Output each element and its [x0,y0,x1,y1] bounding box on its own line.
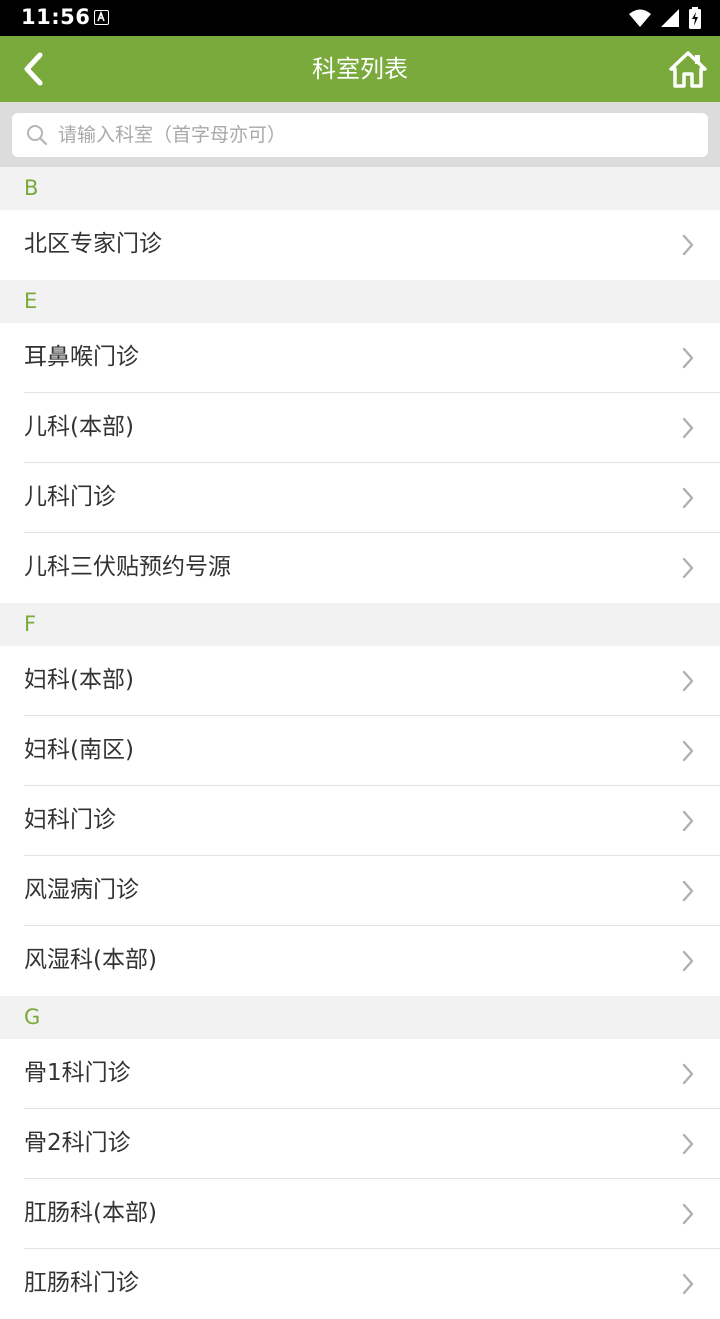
department-list-item[interactable]: 妇科(本部) [0,646,720,716]
section-header: F [0,603,720,646]
chevron-right-icon [682,1063,694,1085]
department-list-item[interactable]: 骨1科门诊 [0,1039,720,1109]
status-bar: 11:56 [0,0,720,36]
department-list-item[interactable]: 儿科(本部) [0,393,720,463]
chevron-right-icon [682,810,694,832]
department-list: B 北区专家门诊 E 耳鼻喉门诊儿科(本部) 儿科门诊儿科三伏贴预约号源 F 妇科(本部) 妇… [0,167,720,1319]
page-title: 科室列表 [312,55,408,83]
section-header: E [0,280,720,323]
search-icon [27,125,48,146]
department-name: 风湿科(本部) [24,947,157,973]
department-list-item[interactable]: 儿科三伏贴预约号源 [0,533,720,603]
home-icon [669,51,707,88]
department-list-item[interactable]: 耳鼻喉门诊 [0,323,720,393]
chevron-right-icon [682,487,694,509]
department-list-item[interactable]: 妇科(南区) [0,716,720,786]
chevron-right-icon [682,347,694,369]
status-time: 11:56 [21,5,91,29]
department-list-item[interactable]: 儿科门诊 [0,463,720,533]
department-name: 儿科(本部) [24,414,134,440]
home-button[interactable] [668,49,708,89]
chevron-right-icon [682,740,694,762]
notification-a-icon [94,10,109,25]
department-name: 妇科(南区) [24,737,134,763]
department-list-item[interactable]: 风湿科(本部) [0,926,720,996]
department-name: 妇科(本部) [24,667,134,693]
section-header: G [0,996,720,1039]
department-list-item[interactable]: 北区专家门诊 [0,210,720,280]
status-icons [628,7,702,29]
search-bar [0,102,720,167]
wifi-icon [629,9,651,27]
search-input[interactable] [58,113,688,157]
chevron-right-icon [682,1203,694,1225]
chevron-right-icon [682,1273,694,1295]
section-header: B [0,167,720,210]
department-name: 骨2科门诊 [24,1130,131,1156]
chevron-right-icon [682,670,694,692]
department-list-item[interactable]: 妇科门诊 [0,786,720,856]
department-name: 妇科门诊 [24,807,116,833]
chevron-right-icon [682,880,694,902]
department-name: 北区专家门诊 [24,231,162,257]
department-name: 骨1科门诊 [24,1060,131,1086]
department-name: 儿科门诊 [24,484,116,510]
department-list-item[interactable]: 骨2科门诊 [0,1109,720,1179]
department-name: 耳鼻喉门诊 [24,344,139,370]
department-list-item[interactable]: 风湿病门诊 [0,856,720,926]
app-bar: 科室列表 [0,36,720,102]
chevron-right-icon [682,234,694,256]
department-list-item[interactable]: 肛肠科门诊 [0,1249,720,1319]
cellular-signal-icon [661,9,679,27]
department-name: 肛肠科门诊 [24,1270,139,1296]
chevron-right-icon [682,1133,694,1155]
department-name: 肛肠科(本部) [24,1200,157,1226]
search-box[interactable] [12,113,708,157]
department-name: 风湿病门诊 [24,877,139,903]
department-list-item[interactable]: 肛肠科(本部) [0,1179,720,1249]
chevron-right-icon [682,417,694,439]
battery-charging-icon [689,7,701,29]
chevron-right-icon [682,557,694,579]
chevron-right-icon [682,950,694,972]
department-name: 儿科三伏贴预约号源 [24,554,231,580]
